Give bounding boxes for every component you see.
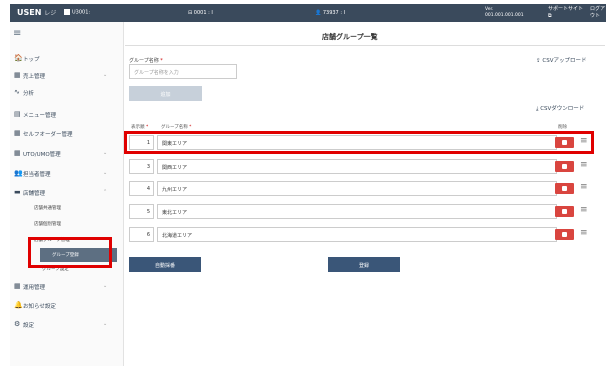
sidebar-item-analysis[interactable]: ∿ 分析 <box>10 85 124 99</box>
version-info: Ver. 001.001.001.001 <box>485 7 524 18</box>
order-input[interactable]: 6 <box>129 227 154 242</box>
uto-icon: ▦ <box>14 149 21 157</box>
drag-handle-icon[interactable]: ≡ <box>580 182 588 192</box>
sidebar-sub-store-individual[interactable]: 店舗個別管理 <box>34 221 61 227</box>
trash-icon <box>562 209 567 214</box>
sidebar-item-notice[interactable]: 🔔 お知らせ設定 <box>10 298 124 312</box>
delete-button[interactable] <box>555 229 574 240</box>
sidebar-item-menu[interactable]: ▤ メニュー管理 <box>10 107 124 121</box>
title-divider <box>125 45 605 46</box>
csv-download-link[interactable]: ⤓ CSVダウンロード <box>536 104 584 113</box>
notice-icon: 🔔 <box>14 301 23 309</box>
add-button[interactable]: 追加 <box>129 86 202 101</box>
logout-link[interactable]: ログアウト <box>590 6 606 20</box>
chevron-down-icon: ⌄ <box>103 321 108 327</box>
hamburger-menu-icon[interactable]: ≡ <box>13 28 21 39</box>
column-header-name: グループ名称 * <box>161 125 192 130</box>
group-name-field[interactable]: 北海道エリア <box>157 227 557 242</box>
drag-handle-icon[interactable]: ≡ <box>580 228 588 238</box>
download-icon: ⤓ <box>536 106 539 112</box>
chevron-up-icon: ⌃ <box>103 189 108 195</box>
column-header-order: 表示順 * <box>131 125 149 130</box>
trash-icon <box>562 186 567 191</box>
group-name-input[interactable]: グループ名称を入力 <box>129 64 237 79</box>
upload-icon: ⇪ <box>536 58 541 64</box>
page-title: 店舗グループ一覧 <box>322 33 378 41</box>
highlight-box-row <box>124 131 594 154</box>
trash-icon <box>562 232 567 237</box>
table-row: 5 東北エリア ≡ <box>129 204 591 219</box>
store-icon: ▬ <box>14 188 21 196</box>
brand-logo: USEN レジ <box>17 8 57 17</box>
chevron-down-icon: ⌄ <box>103 72 108 78</box>
drag-handle-icon[interactable]: ≡ <box>580 205 588 215</box>
self-order-icon: ▦ <box>14 129 21 137</box>
staff-icon: 👥 <box>14 169 23 177</box>
sales-icon: ▦ <box>14 71 21 79</box>
delete-button[interactable] <box>555 206 574 217</box>
register-button[interactable]: 登録 <box>328 257 400 272</box>
column-header-delete: 削除 <box>558 125 567 130</box>
top-bar: USEN レジ U3001: ⊟ 0001 : I 👤 73937 : I Ve… <box>10 4 606 22</box>
sidebar: ≡ 🏠 トップ ▦ 売上管理 ⌄ ∿ 分析 ▤ メニュー管理 ▦ セルフオーダー… <box>10 22 124 366</box>
delete-button[interactable] <box>555 161 574 172</box>
sidebar-item-sales[interactable]: ▦ 売上管理 ⌄ <box>10 68 124 82</box>
table-row: 3 関西エリア ≡ <box>129 159 591 174</box>
operation-icon: ▦ <box>14 282 21 290</box>
sidebar-sub-store-common[interactable]: 店舗共通管理 <box>34 205 61 211</box>
chevron-down-icon: ⌄ <box>103 170 108 176</box>
menu-book-icon: ▤ <box>14 110 21 118</box>
table-row: 6 北海道エリア ≡ <box>129 227 591 242</box>
home-icon: 🏠 <box>14 54 23 62</box>
sidebar-item-staff[interactable]: 👥 担当者管理 ⌄ <box>10 166 124 180</box>
highlight-box-sidebar <box>28 237 112 268</box>
sidebar-item-settings[interactable]: ⚙ 設定 ⌄ <box>10 317 124 331</box>
analysis-icon: ∿ <box>14 88 20 96</box>
drag-handle-icon[interactable]: ≡ <box>580 160 588 170</box>
order-input[interactable]: 3 <box>129 159 154 174</box>
group-name-label: グループ名称 * <box>129 58 163 64</box>
csv-upload-link[interactable]: ⇪ CSVアップロード <box>536 56 586 64</box>
table-row: 4 九州エリア ≡ <box>129 181 591 196</box>
terminal-info: ⊟ 0001 : I <box>188 10 213 16</box>
group-name-field[interactable]: 関西エリア <box>157 159 557 174</box>
sidebar-item-top[interactable]: 🏠 トップ <box>10 51 124 65</box>
trash-icon <box>562 164 567 169</box>
user-info: 👤 73937 : I <box>315 10 346 16</box>
store-icon <box>64 9 70 15</box>
external-link-icon: ⧉ <box>548 13 552 19</box>
group-name-field[interactable]: 九州エリア <box>157 181 557 196</box>
store-info: U3001: <box>64 9 90 16</box>
order-input[interactable]: 4 <box>129 181 154 196</box>
sidebar-item-operation[interactable]: ▦ 運用管理 ⌄ <box>10 279 124 293</box>
chevron-down-icon: ⌄ <box>103 150 108 156</box>
sidebar-item-store[interactable]: ▬ 店舗管理 ⌃ <box>10 185 124 199</box>
auto-number-button[interactable]: 自動採番 <box>129 257 201 272</box>
sidebar-item-self-order[interactable]: ▦ セルフオーダー管理 <box>10 126 124 140</box>
support-link[interactable]: サポートサイト ⧉ <box>548 6 583 20</box>
group-name-field[interactable]: 東北エリア <box>157 204 557 219</box>
settings-icon: ⚙ <box>14 320 21 328</box>
chevron-down-icon: ⌄ <box>103 283 108 289</box>
sidebar-item-uto[interactable]: ▦ UTO/UMO管理 ⌄ <box>10 146 124 160</box>
order-input[interactable]: 5 <box>129 204 154 219</box>
delete-button[interactable] <box>555 183 574 194</box>
